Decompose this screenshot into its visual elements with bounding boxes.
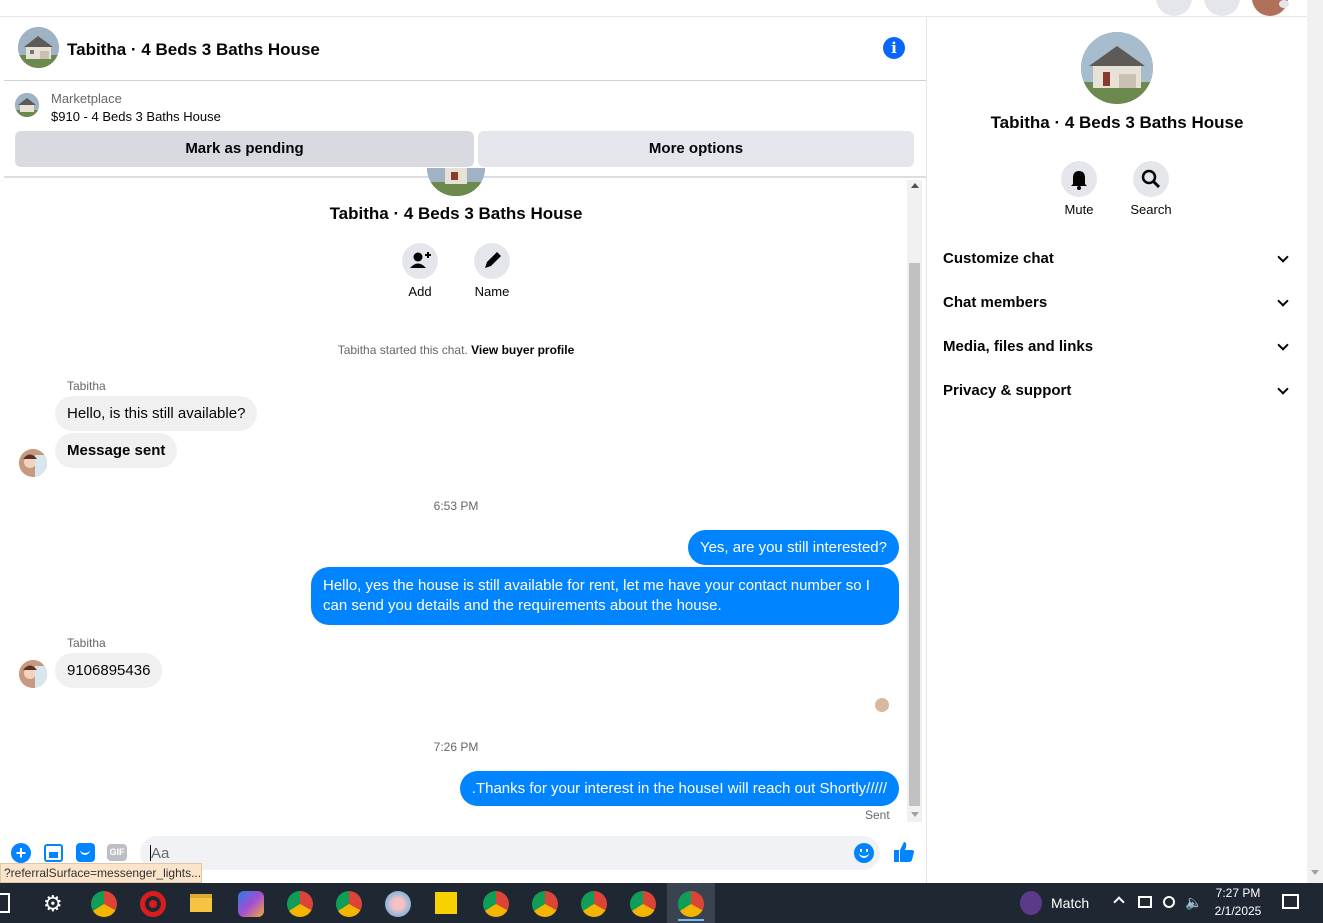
message-bubble[interactable]: Hello, is this still available? — [55, 396, 258, 431]
chrome-icon[interactable] — [91, 891, 117, 917]
marketplace-label: Marketplace — [51, 91, 122, 106]
search-button[interactable] — [1133, 161, 1169, 197]
chrome-profile-icon[interactable] — [287, 891, 313, 917]
chat-started-notice: Tabitha started this chat. View buyer pr… — [0, 343, 912, 357]
scroll-up-arrow[interactable] — [911, 183, 919, 188]
chevron-down-icon — [1277, 251, 1289, 263]
section-label: Customize chat — [943, 250, 1054, 267]
tabitha-avatar[interactable] — [19, 449, 47, 477]
message-bubble-outgoing[interactable]: .Thanks for your interest in the houseI … — [459, 771, 899, 806]
message-bubble[interactable]: Message sent — [55, 433, 178, 468]
sent-status: Sent — [865, 808, 890, 822]
section-label: Privacy & support — [943, 382, 1072, 399]
chrome-profile-icon[interactable] — [630, 891, 656, 917]
timestamp: 6:53 PM — [433, 499, 479, 513]
privacy-support-row[interactable]: Privacy & support — [943, 382, 1293, 399]
message-bubble-outgoing[interactable]: Yes, are you still interested? — [687, 530, 899, 565]
task-view-icon[interactable] — [0, 893, 10, 913]
page-scrollbar[interactable] — [1307, 0, 1323, 883]
volume-icon[interactable]: 🔈 — [1185, 894, 1202, 911]
started-text: Tabitha started this chat. — [337, 343, 468, 357]
emoji-icon[interactable] — [854, 843, 874, 863]
photo-icon[interactable] — [44, 844, 63, 862]
view-buyer-profile-link[interactable]: View buyer profile — [471, 343, 574, 357]
section-label: Chat members — [943, 294, 1048, 311]
scrollbar-thumb[interactable] — [909, 263, 920, 806]
thumbs-up-icon[interactable] — [892, 840, 916, 869]
sticky-notes-icon[interactable] — [435, 892, 457, 914]
section-label: Media, files and links — [943, 338, 1094, 355]
edit-name-button[interactable] — [474, 243, 510, 279]
pencil-icon — [485, 252, 501, 268]
info-icon[interactable]: i — [883, 37, 905, 59]
chevron-down-icon — [1277, 295, 1289, 307]
house-avatar-large[interactable] — [1081, 32, 1153, 104]
tabitha-avatar[interactable] — [19, 660, 47, 688]
conversation-avatar — [427, 168, 485, 196]
top-navigation-strip — [0, 0, 1323, 17]
chat-title[interactable]: Tabitha · 4 Beds 3 Baths House — [67, 40, 320, 60]
customize-chat-row[interactable]: Customize chat — [943, 250, 1293, 267]
sender-name: Tabitha — [67, 636, 106, 650]
copilot-icon[interactable] — [238, 891, 264, 917]
message-text: Message sent — [67, 442, 166, 459]
network-icon[interactable] — [1138, 896, 1152, 908]
listing-title[interactable]: $910 - 4 Beds 3 Baths House — [51, 109, 221, 124]
media-files-links-row[interactable]: Media, files and links — [943, 338, 1293, 355]
search-label: Search — [1130, 202, 1172, 217]
widget-label[interactable]: Match — [1051, 895, 1089, 911]
chrome-active-icon[interactable] — [678, 891, 704, 917]
mute-label: Mute — [1064, 202, 1094, 217]
snipping-tool-icon[interactable] — [385, 891, 411, 917]
opera-icon[interactable] — [140, 891, 166, 917]
chevron-down-icon — [1277, 383, 1289, 395]
message-bubble-outgoing[interactable]: Hello, yes the house is still available … — [311, 567, 899, 625]
chat-members-row[interactable]: Chat members — [943, 294, 1293, 311]
chrome-profile-icon[interactable] — [581, 891, 607, 917]
chrome-profile-icon[interactable] — [532, 891, 558, 917]
file-explorer-icon[interactable] — [190, 894, 212, 912]
mute-button[interactable] — [1061, 161, 1097, 197]
read-receipt-avatar — [875, 698, 889, 712]
name-label: Name — [474, 284, 510, 299]
more-options-button[interactable]: More options — [478, 131, 914, 167]
message-placeholder: Aa — [151, 845, 170, 862]
panel-divider — [926, 17, 927, 883]
clock-time[interactable]: 7:27 PM — [1215, 886, 1261, 900]
chrome-profile-icon[interactable] — [483, 891, 509, 917]
meet-icon[interactable] — [1163, 896, 1175, 908]
search-icon — [1141, 169, 1161, 189]
status-bar-url: ?referralSurface=messenger_lights... — [0, 863, 202, 883]
notifications-icon[interactable] — [1282, 894, 1299, 909]
listing-thumbnail[interactable] — [15, 93, 39, 117]
panel-title: Tabitha · 4 Beds 3 Baths House — [990, 113, 1244, 132]
timestamp: 7:26 PM — [433, 740, 479, 754]
add-person-icon — [410, 252, 431, 268]
sender-name: Tabitha — [67, 379, 106, 393]
scroll-down-arrow[interactable] — [911, 812, 919, 817]
chrome-profile-icon[interactable] — [336, 891, 362, 917]
message-bubble[interactable]: 9106895436 — [55, 653, 163, 688]
settings-gear-icon[interactable]: ⚙ — [43, 893, 63, 915]
active-indicator — [678, 919, 704, 921]
bell-icon — [1071, 171, 1087, 190]
chevron-down-icon[interactable] — [1279, 0, 1289, 8]
page-scroll-down-arrow[interactable] — [1311, 870, 1319, 875]
add-label: Add — [408, 284, 432, 299]
plus-icon[interactable]: + — [11, 843, 31, 863]
gif-icon[interactable]: GIF — [107, 844, 127, 861]
message-input[interactable] — [140, 836, 880, 870]
weather-widget-icon[interactable] — [1020, 891, 1042, 915]
chevron-down-icon — [1277, 339, 1289, 351]
mark-as-pending-button[interactable]: Mark as pending — [15, 131, 474, 167]
conversation-title: Tabitha · 4 Beds 3 Baths House — [329, 204, 583, 223]
add-people-button[interactable] — [402, 243, 438, 279]
sticker-icon[interactable] — [76, 843, 95, 862]
clock-date[interactable]: 2/1/2025 — [1211, 904, 1265, 918]
house-avatar[interactable] — [18, 27, 59, 68]
